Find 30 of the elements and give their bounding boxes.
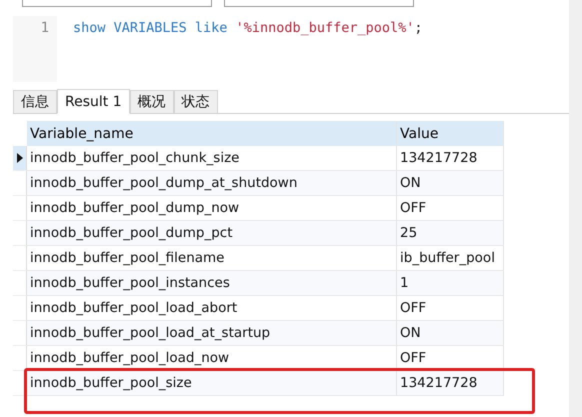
current-row-icon (16, 153, 22, 163)
result-tab[interactable]: 状态 (174, 90, 218, 113)
table-cell: 25 (397, 221, 504, 246)
table-cell: ib_buffer_pool (397, 246, 504, 271)
table-cell: innodb_buffer_pool_dump_now (27, 196, 397, 221)
result-tab[interactable]: Result 1 (57, 89, 130, 114)
table-cell: innodb_buffer_pool_chunk_size (27, 146, 397, 171)
result-tab[interactable]: 信息 (13, 90, 57, 113)
sql-query[interactable]: show VARIABLES like '%innodb_buffer_pool%'; (57, 16, 423, 82)
table-cell: ON (397, 171, 504, 196)
table-cell: innodb_buffer_pool_size (27, 371, 397, 396)
connection-dropdown[interactable] (22, 0, 212, 7)
table-cell: innodb_buffer_pool_dump_at_shutdown (27, 171, 397, 196)
database-dropdown[interactable] (224, 0, 414, 7)
table-cell: OFF (397, 196, 504, 221)
table-cell: innodb_buffer_pool_load_at_startup (27, 321, 397, 346)
table-cell: innodb_buffer_pool_load_abort (27, 296, 397, 321)
table-cell: innodb_buffer_pool_instances (27, 271, 397, 296)
line-number: 1 (40, 19, 49, 38)
result-tab[interactable]: 概况 (130, 90, 174, 113)
table-cell: 134217728 (397, 146, 504, 171)
table-cell: ON (397, 321, 504, 346)
row-header[interactable] (13, 146, 27, 171)
table-cell: OFF (397, 296, 504, 321)
table-cell: 1 (397, 271, 504, 296)
column-header[interactable]: Variable_name (27, 121, 397, 146)
column-header[interactable]: Value (397, 121, 504, 146)
table-cell: innodb_buffer_pool_filename (27, 246, 397, 271)
table-cell: 134217728 (397, 371, 504, 396)
table-cell: innodb_buffer_pool_dump_pct (27, 221, 397, 246)
